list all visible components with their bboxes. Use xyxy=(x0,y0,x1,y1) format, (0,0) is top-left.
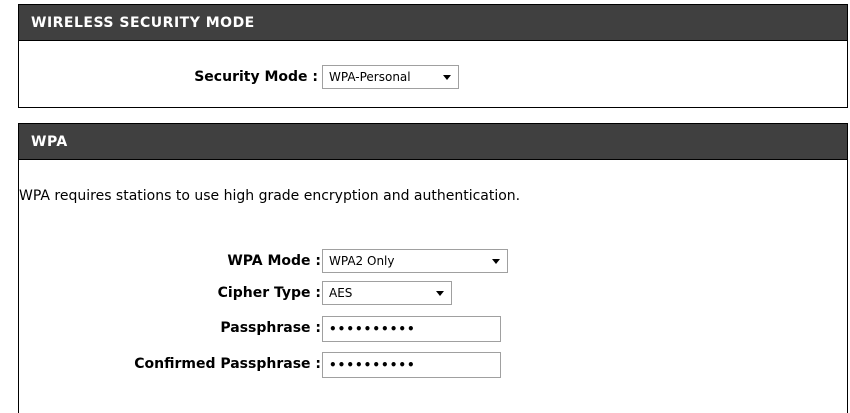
passphrase-input[interactable]: •••••••••• xyxy=(322,316,501,342)
cipher-type-label: Cipher Type : xyxy=(217,285,321,301)
confirmed-passphrase-input[interactable]: •••••••••• xyxy=(322,352,501,378)
chevron-down-icon xyxy=(443,75,451,80)
cipher-type-select[interactable]: AES xyxy=(322,281,452,305)
passphrase-row: Passphrase : •••••••••• xyxy=(19,315,847,342)
cipher-type-value: AES xyxy=(329,286,353,300)
security-mode-select[interactable]: WPA-Personal xyxy=(322,65,459,89)
cipher-type-row: Cipher Type : AES xyxy=(19,280,847,306)
wpa-mode-row: WPA Mode : WPA2 Only xyxy=(19,248,847,274)
wpa-mode-value: WPA2 Only xyxy=(329,254,395,268)
passphrase-label: Passphrase : xyxy=(220,320,321,336)
security-mode-row: Security Mode : WPA-Personal xyxy=(19,64,847,90)
wireless-security-mode-panel: WIRELESS SECURITY MODE Security Mode : W… xyxy=(18,4,848,108)
chevron-down-icon xyxy=(436,291,444,296)
wireless-security-mode-header: WIRELESS SECURITY MODE xyxy=(19,5,847,41)
wpa-description: WPA requires stations to use high grade … xyxy=(19,188,521,204)
wpa-mode-select[interactable]: WPA2 Only xyxy=(322,249,508,273)
wpa-mode-label: WPA Mode : xyxy=(227,253,321,269)
confirmed-passphrase-label: Confirmed Passphrase : xyxy=(134,356,321,372)
security-mode-value: WPA-Personal xyxy=(329,70,411,84)
wpa-panel: WPA WPA requires stations to use high gr… xyxy=(18,123,848,413)
chevron-down-icon xyxy=(492,259,500,264)
security-mode-label: Security Mode : xyxy=(194,69,318,85)
wpa-header: WPA xyxy=(19,124,847,160)
confirmed-passphrase-row: Confirmed Passphrase : •••••••••• xyxy=(19,351,847,378)
